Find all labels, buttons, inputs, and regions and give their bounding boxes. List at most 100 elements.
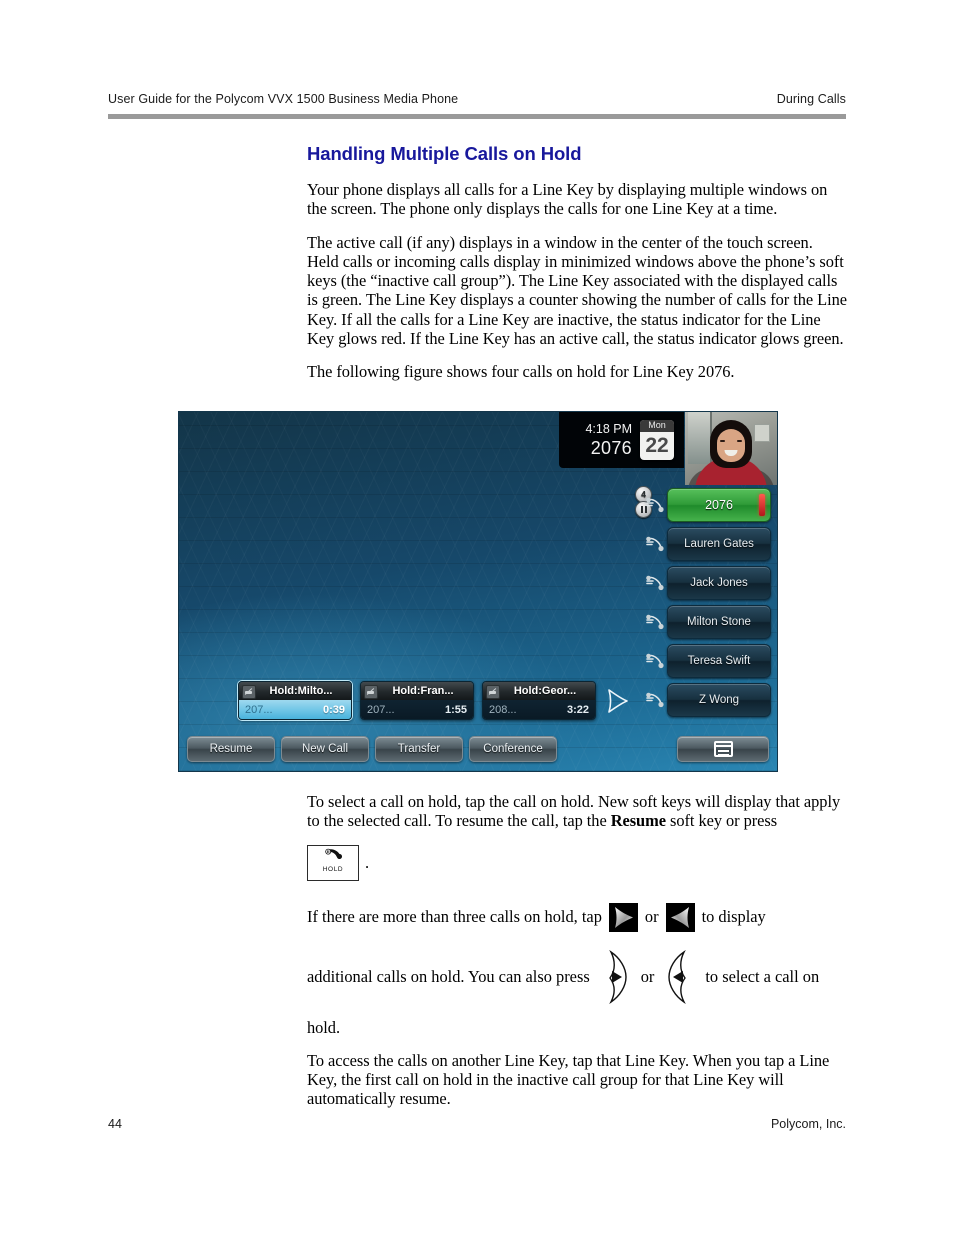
line-key-lauren-gates[interactable]: Lauren Gates (646, 527, 771, 561)
line-key-z-wong[interactable]: Z Wong (646, 683, 771, 717)
video-person-eye-right (737, 440, 742, 442)
soft-key-transfer[interactable]: Transfer (375, 736, 463, 762)
paragraph-7: To access the calls on another Line Key,… (307, 1050, 830, 1109)
muted-call-icon (486, 685, 500, 699)
soft-key-menu[interactable] (677, 736, 769, 762)
video-thumbnail[interactable] (685, 412, 777, 485)
nav-key-left-icon (662, 949, 697, 1004)
held-call-title: Hold:Fran... (392, 685, 454, 697)
paragraph-1: Your phone displays all calls for a Line… (307, 180, 828, 219)
soft-key-label: New Call (301, 743, 348, 755)
video-wall-panel (754, 424, 770, 442)
paragraph-6-part-b: or (640, 966, 655, 986)
inactive-call-group: Hold:Milto... 207... 0:39 Hold:Fran... 2… (238, 681, 630, 720)
paragraph-4-hold-key-line: HOLD . (307, 844, 847, 881)
phone-screen-figure: 4:18 PM 2076 Mon 22 4 2076 Lauren Gates … (178, 411, 778, 772)
paragraph-4: To select a call on hold, tap the call o… (307, 792, 847, 831)
held-call-title: Hold:Milto... (269, 685, 333, 697)
paragraph-5-part-a: If there are more than three calls on ho… (307, 907, 602, 927)
soft-key-label: Resume (209, 743, 253, 755)
handset-icon (644, 494, 666, 516)
calendar-widget[interactable]: Mon 22 (640, 420, 674, 460)
line-key-2076[interactable]: 4 2076 (635, 486, 771, 522)
held-call-duration: 1:55 (444, 703, 467, 716)
nav-key-right-icon (598, 949, 633, 1004)
held-call-window-3[interactable]: Hold:Geor... 208... 3:22 (482, 681, 596, 720)
muted-call-icon (364, 685, 378, 699)
soft-key-label: Conference (483, 743, 543, 755)
line-key-teresa-swift[interactable]: Teresa Swift (646, 644, 771, 678)
phone-status-bar: 4:18 PM 2076 Mon 22 (559, 412, 684, 468)
soft-key-new-call[interactable]: New Call (281, 736, 369, 762)
handset-icon (644, 611, 666, 633)
handset-icon (644, 650, 666, 672)
header-left-text: User Guide for the Polycom VVX 1500 Busi… (108, 92, 459, 106)
handset-icon (644, 689, 666, 711)
soft-key-conference[interactable]: Conference (469, 736, 557, 762)
page-footer: 44 Polycom, Inc. (108, 1117, 846, 1131)
page-title: Handling Multiple Calls on Hold (307, 143, 582, 164)
video-person-face (717, 429, 745, 462)
calendar-weekday: Mon (640, 420, 674, 432)
line-key-label: 2076 (705, 498, 733, 512)
paragraph-5-part-b: or (644, 907, 659, 927)
soft-key-resume[interactable]: Resume (187, 736, 275, 762)
handset-icon (644, 533, 666, 555)
held-call-title-bar: Hold:Milto... (239, 682, 351, 700)
page-content-lower: To select a call on hold, tap the call o… (307, 792, 847, 1123)
line-key-list: 4 2076 Lauren Gates Jack Jones Milton St… (635, 486, 771, 717)
paragraph-6-part-a: additional calls on hold. You can also p… (307, 966, 590, 986)
line-key-led-red (759, 494, 765, 516)
held-call-window-2[interactable]: Hold:Fran... 207... 1:55 (360, 681, 474, 720)
paragraph-2: The active call (if any) displays in a w… (307, 232, 847, 349)
running-header: User Guide for the Polycom VVX 1500 Busi… (108, 92, 846, 106)
held-call-number: 207... (245, 703, 273, 716)
paragraph-5-part-c: to display (701, 907, 766, 927)
paragraph-6-part-c: to select a call on (705, 966, 820, 986)
held-call-details: 207... 0:39 (239, 700, 351, 719)
arrow-right-icon (608, 902, 638, 932)
resume-softkey-reference: Resume (610, 811, 666, 831)
hold-key-icon: HOLD (307, 844, 359, 881)
line-key-label: Teresa Swift (687, 655, 751, 667)
line-key-label: Lauren Gates (684, 538, 754, 550)
held-call-details: 207... 1:55 (361, 700, 473, 719)
time-extension-block: 4:18 PM 2076 (585, 423, 632, 457)
extension-text: 2076 (590, 437, 632, 458)
soft-key-label: Transfer (397, 743, 441, 755)
header-right-text: During Calls (776, 92, 846, 106)
header-divider (108, 114, 846, 119)
held-call-number: 208... (489, 703, 517, 716)
page-number: 44 (108, 1117, 122, 1131)
held-call-duration: 3:22 (566, 703, 589, 716)
held-call-details: 208... 3:22 (483, 700, 595, 719)
handset-icon (644, 572, 666, 594)
held-call-title-bar: Hold:Fran... (361, 682, 473, 700)
held-call-number: 207... (367, 703, 395, 716)
video-door (688, 412, 712, 464)
held-call-window-1[interactable]: Hold:Milto... 207... 0:39 (238, 681, 352, 720)
paragraph-4-part-c: soft key or press (665, 811, 778, 831)
menu-icon (713, 741, 733, 757)
video-person-eye-left (720, 440, 725, 442)
held-call-title-bar: Hold:Geor... (483, 682, 595, 700)
line-key-label: Milton Stone (687, 616, 751, 628)
soft-key-bar: Resume New Call Transfer Conference (187, 736, 769, 762)
footer-company: Polycom, Inc. (770, 1117, 846, 1131)
hold-handset-glyph (325, 848, 343, 859)
paragraph-5: If there are more than three calls on ho… (307, 902, 847, 932)
hold-key-label: HOLD (322, 866, 344, 874)
calendar-day: 22 (645, 434, 669, 458)
line-key-milton-stone[interactable]: Milton Stone (646, 605, 771, 639)
held-call-title: Hold:Geor... (513, 685, 577, 697)
line-key-label: Z Wong (698, 694, 740, 706)
muted-call-icon (242, 685, 256, 699)
arrow-right-icon[interactable] (604, 686, 630, 716)
page-content: Handling Multiple Calls on Hold Your pho… (307, 143, 847, 396)
line-key-jack-jones[interactable]: Jack Jones (646, 566, 771, 600)
clock-text: 4:18 PM (585, 422, 632, 437)
arrow-left-icon (665, 902, 695, 932)
paragraph-3: The following figure shows four calls on… (307, 362, 735, 382)
line-key-label: Jack Jones (690, 577, 748, 589)
paragraph-4-period: . (365, 852, 370, 872)
